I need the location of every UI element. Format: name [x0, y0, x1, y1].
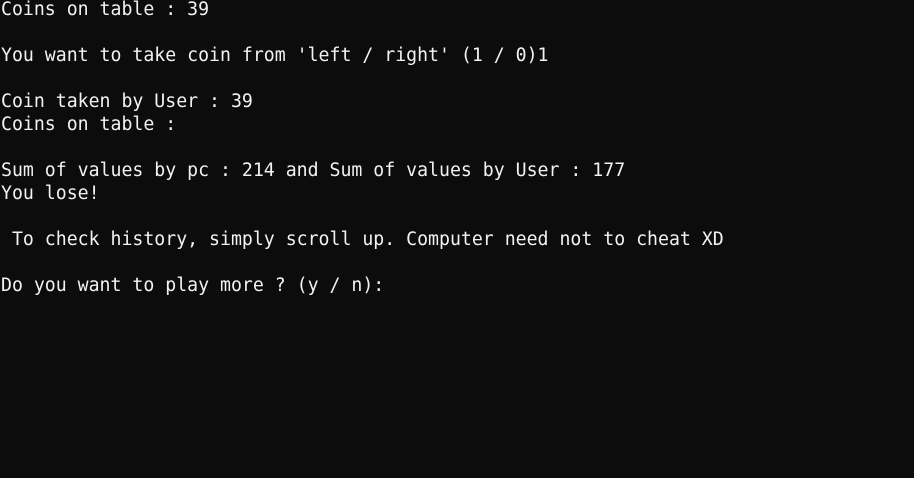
- coins-on-table-line: Coins on table : 39: [1, 0, 210, 20]
- history-hint-line: To check history, simply scroll up. Comp…: [1, 229, 724, 250]
- take-coin-prompt-line: You want to take coin from 'left / right…: [1, 45, 549, 66]
- result-line: You lose!: [1, 183, 100, 204]
- play-again-prompt-line[interactable]: Do you want to play more ? (y / n):: [1, 274, 914, 297]
- console-output[interactable]: Coins on table : 39 You want to take coi…: [0, 0, 914, 476]
- coins-on-table-empty-line: Coins on table :: [1, 114, 177, 135]
- coin-taken-line: Coin taken by User : 39: [1, 91, 253, 112]
- sum-of-values-line: Sum of values by pc : 214 and Sum of val…: [1, 160, 626, 181]
- play-again-prompt-text: Do you want to play more ? (y / n):: [1, 275, 385, 296]
